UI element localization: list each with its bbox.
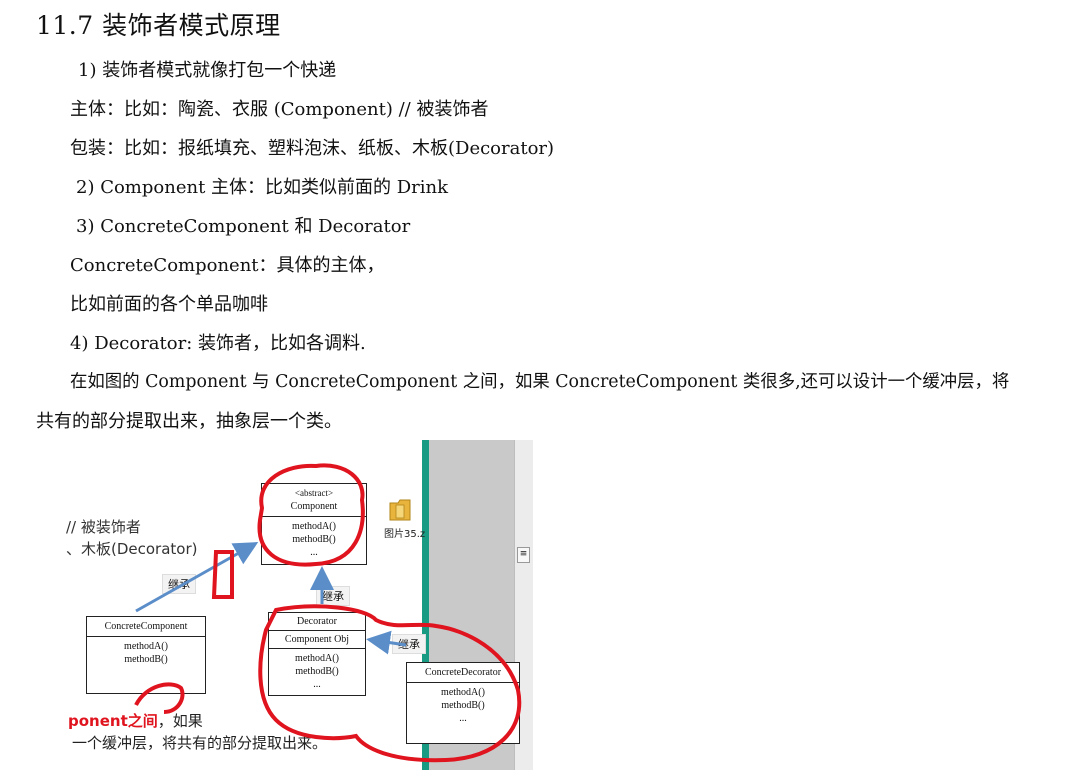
text-line-7: 比如前面的各个单品咖啡 (70, 294, 268, 315)
red-loop-decorators (258, 604, 522, 763)
text-line-9: 在如图的 Component 与 ConcreteComponent 之间，如果… (70, 372, 1010, 392)
text-line-2: 主体：比如：陶瓷、衣服 (Component) // 被装饰者 (70, 99, 489, 120)
text-line-4: 2) Component 主体：比如类似前面的 Drink (76, 177, 449, 198)
diagram-screenshot: // 被装饰者 、木板(Decorator) ponent之间，如果 一个缓冲层… (66, 440, 533, 770)
text-line-6: ConcreteComponent：具体的主体， (70, 255, 385, 276)
annotation-overlay (134, 463, 522, 763)
inherit-arrow-left (135, 542, 259, 613)
section-heading: 11.7 装饰者模式原理 (36, 11, 281, 40)
text-line-3: 包装：比如：报纸填充、塑料泡沫、纸板、木板(Decorator) (70, 138, 555, 159)
text-line-8: 4) Decorator: 装饰者，比如各调料. (70, 333, 366, 354)
text-line-10: 共有的部分提取出来，抽象层一个类。 (36, 411, 342, 432)
red-arc-mark (134, 682, 185, 714)
red-circle-component (257, 463, 365, 567)
text-line-5: 3) ConcreteComponent 和 Decorator (76, 216, 411, 237)
inherit-arrow-right (366, 630, 407, 655)
text-line-1: 1) 装饰者模式就像打包一个快递 (78, 60, 337, 81)
